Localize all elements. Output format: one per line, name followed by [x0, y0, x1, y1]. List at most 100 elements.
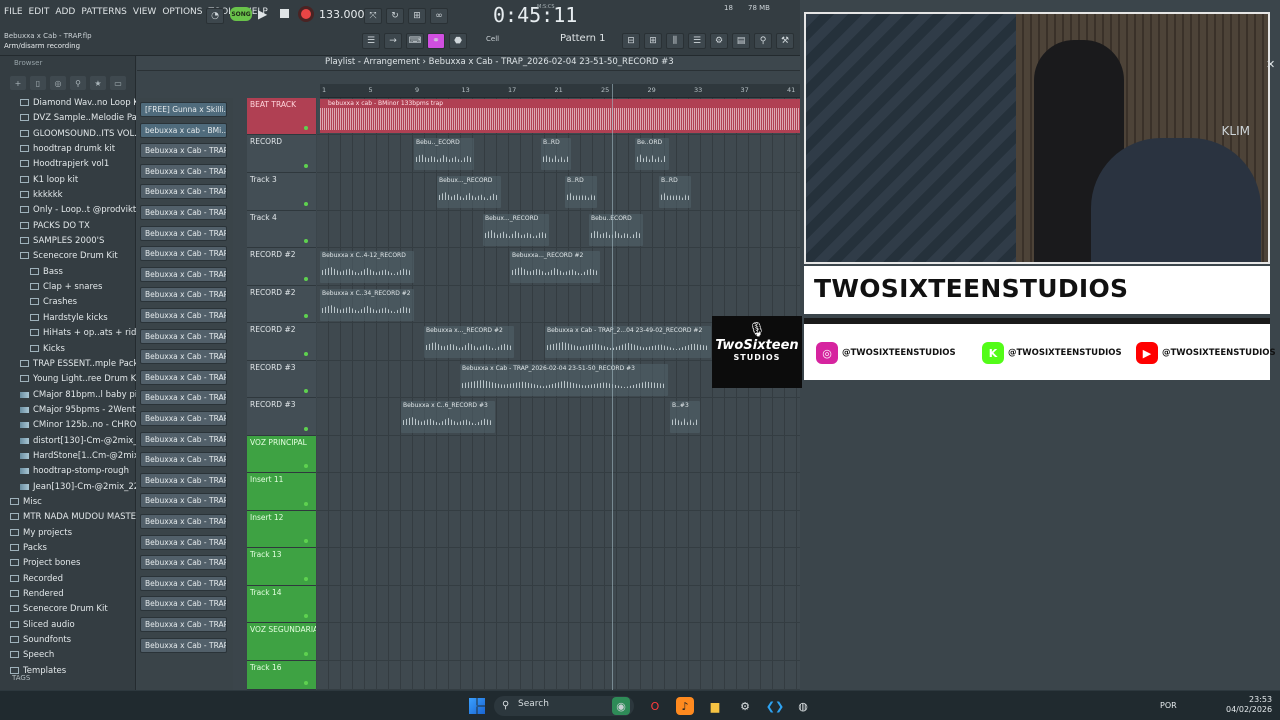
track-header[interactable]: Track 13 — [247, 548, 316, 586]
track-mute-led[interactable] — [304, 652, 308, 656]
track-lane[interactable] — [317, 436, 800, 473]
browser-item[interactable]: CMajor 95bpms - 2Wenty — [0, 403, 136, 418]
track-header[interactable]: Track 3 — [247, 173, 316, 211]
browser-item[interactable]: HardStone[1..Cm-@2mix_22 — [0, 449, 136, 464]
browser-item[interactable]: PACKS DO TX — [0, 219, 136, 234]
track-mute-led[interactable] — [304, 126, 308, 130]
browser-item[interactable]: Rendered — [0, 587, 136, 602]
browser-item[interactable]: Jean[130]-Cm-@2mix_22 — [0, 480, 136, 495]
browser-item[interactable]: Young Light..ree Drum Kit) — [0, 372, 136, 387]
track-mute-led[interactable] — [304, 539, 308, 543]
track-mute-led[interactable] — [304, 314, 308, 318]
clock[interactable]: 23:53 04/02/2026 — [1226, 695, 1272, 715]
browser-item[interactable]: Packs — [0, 541, 136, 556]
close-icon[interactable]: ✕ — [1266, 58, 1275, 71]
track-lane[interactable] — [317, 398, 800, 436]
channel-button[interactable]: Bebuxxa x Cab - TRAP_2.. — [140, 308, 227, 323]
file-explorer-icon[interactable]: ▆ — [706, 697, 724, 715]
browser-item[interactable]: Scenecore Drum Kit — [0, 249, 136, 264]
browser-item[interactable]: Hoodtrapjerk vol1 — [0, 157, 136, 172]
browser-item[interactable]: CMajor 81bpm..l baby piano — [0, 388, 136, 403]
track-header[interactable]: RECORD #2 — [247, 323, 316, 361]
timeline-ruler[interactable]: 1 5 9 13 17 21 25 29 33 37 41 — [320, 84, 800, 98]
track-header[interactable]: RECORD — [247, 135, 316, 173]
tools-icon[interactable]: ⚒ — [776, 33, 794, 49]
language-indicator[interactable]: POR — [1160, 701, 1177, 710]
browser-icon[interactable]: ☰ — [688, 33, 706, 49]
playlist-icon[interactable]: ☰ — [362, 33, 380, 49]
menu-add[interactable]: ADD — [55, 7, 75, 17]
track-lane[interactable] — [317, 173, 800, 211]
step-edit-icon[interactable]: ⊞ — [408, 8, 426, 24]
track-mute-led[interactable] — [304, 352, 308, 356]
star-icon[interactable]: ★ — [90, 76, 106, 90]
browser-item[interactable]: Recorded — [0, 572, 136, 587]
save-icon[interactable]: ▤ — [732, 33, 750, 49]
track-mute-led[interactable] — [304, 464, 308, 468]
audio-clip[interactable]: Bebu..ECORD — [589, 214, 643, 246]
browser-item[interactable]: hoodtrap drumk kit — [0, 142, 136, 157]
audio-clip[interactable]: Bebux..._RECORD — [483, 214, 549, 246]
audio-clip[interactable]: Be..ORD — [635, 138, 669, 170]
track-header[interactable]: Insert 12 — [247, 511, 316, 548]
playlist-grid[interactable]: bebuxxa x cab - BMinor 133bpms trap Bebu.… — [317, 98, 800, 690]
track-header[interactable]: Insert 11 — [247, 473, 316, 511]
track-lane[interactable] — [317, 211, 800, 248]
browser-item[interactable]: CMinor 125b..no - CHROME — [0, 418, 136, 433]
windows-start-icon[interactable] — [469, 698, 485, 714]
metronome-icon[interactable]: ◔ — [206, 8, 224, 24]
channel-button[interactable]: Bebuxxa x Cab - TRAP_2.. — [140, 555, 227, 571]
track-mute-led[interactable] — [304, 681, 308, 685]
browser-item[interactable]: HiHats + op..ats + rides — [0, 326, 136, 341]
search-icon[interactable]: ⚲ — [70, 76, 86, 90]
browser-item[interactable]: Scenecore Drum Kit — [0, 602, 136, 617]
audio-clip[interactable]: Bebuxxa x C..34_RECORD #2 — [320, 289, 414, 321]
opera-icon[interactable]: O — [646, 697, 664, 715]
track-header[interactable]: VOZ SEGUNDARIA — [247, 623, 316, 661]
audio-clip[interactable]: B..#3 — [670, 401, 700, 433]
channel-button[interactable]: Bebuxxa x Cab - TRAP_2.. — [140, 143, 227, 159]
browser-item[interactable]: distort[130]-Cm-@2mix_22 — [0, 434, 136, 449]
browser-item[interactable]: hoodtrap-stomp-rough — [0, 464, 136, 479]
track-header[interactable]: VOZ PRINCIPAL — [247, 436, 316, 473]
channel-button[interactable]: Bebuxxa x Cab - TRAP_2.. — [140, 369, 227, 385]
audio-clip[interactable]: Bebu.._ECORD — [414, 138, 474, 170]
playhead[interactable] — [612, 84, 613, 690]
browser-item[interactable]: My projects — [0, 526, 136, 541]
channel-button[interactable]: Bebuxxa x Cab - TRAP_2.. — [140, 266, 227, 282]
file-icon[interactable]: ▯ — [30, 76, 46, 90]
channel-button[interactable]: Bebuxxa x Cab - TRAP_2.. — [140, 617, 227, 632]
browser-item[interactable]: Diamond Wav..no Loop Kit — [0, 96, 136, 111]
track-header[interactable]: RECORD #3 — [247, 361, 316, 398]
plugin-icon[interactable]: ⚙ — [710, 33, 728, 49]
snap-selector[interactable]: Cell — [486, 35, 499, 43]
audio-clip[interactable]: B..RD — [565, 176, 597, 208]
pattern-selector[interactable]: Pattern 1 — [560, 33, 606, 44]
channel-button[interactable]: bebuxxa x cab - BMi.. — [140, 122, 227, 138]
audio-clip[interactable]: B..RD — [541, 138, 571, 170]
track-header[interactable]: Track 14 — [247, 586, 316, 623]
browser-item[interactable]: Speech — [0, 648, 136, 663]
browser-item[interactable]: Project bones — [0, 556, 136, 571]
audio-clip[interactable]: B..RD — [659, 176, 691, 208]
app-icon[interactable]: ⚙ — [736, 697, 754, 715]
menu-file[interactable]: FILE — [4, 7, 23, 17]
browser-item[interactable]: Bass — [0, 265, 136, 280]
audio-clip[interactable]: Bebuxxa x Cab - TRAP_2...04 23-49-02_REC… — [545, 326, 711, 358]
folder-icon[interactable]: ▭ — [110, 76, 126, 90]
channel-button[interactable]: Bebuxxa x Cab - TRAP_2.. — [140, 575, 227, 591]
countdown-icon[interactable]: ↻ — [386, 8, 404, 24]
song-mode-toggle[interactable]: SONG — [230, 7, 252, 21]
menu-patterns[interactable]: PATTERNS — [81, 7, 127, 17]
stop-icon[interactable] — [280, 9, 289, 18]
browser-item[interactable]: SAMPLES 2000'S — [0, 234, 136, 249]
target-icon[interactable]: ◎ — [50, 76, 66, 90]
track-mute-led[interactable] — [304, 239, 308, 243]
track-mute-led[interactable] — [304, 427, 308, 431]
channel-button[interactable]: Bebuxxa x Cab - TRAP_2.. — [140, 514, 227, 529]
channel-button[interactable]: Bebuxxa x Cab - TRAP_2.. — [140, 163, 227, 179]
stamp-icon[interactable]: ⬣ — [449, 33, 467, 49]
browser-item[interactable]: Kicks — [0, 342, 136, 357]
channel-button[interactable]: Bebuxxa x Cab - TRAP_2.. — [140, 431, 227, 447]
browser-item[interactable]: GLOOMSOUND..ITS VOL.1 — [0, 127, 136, 142]
